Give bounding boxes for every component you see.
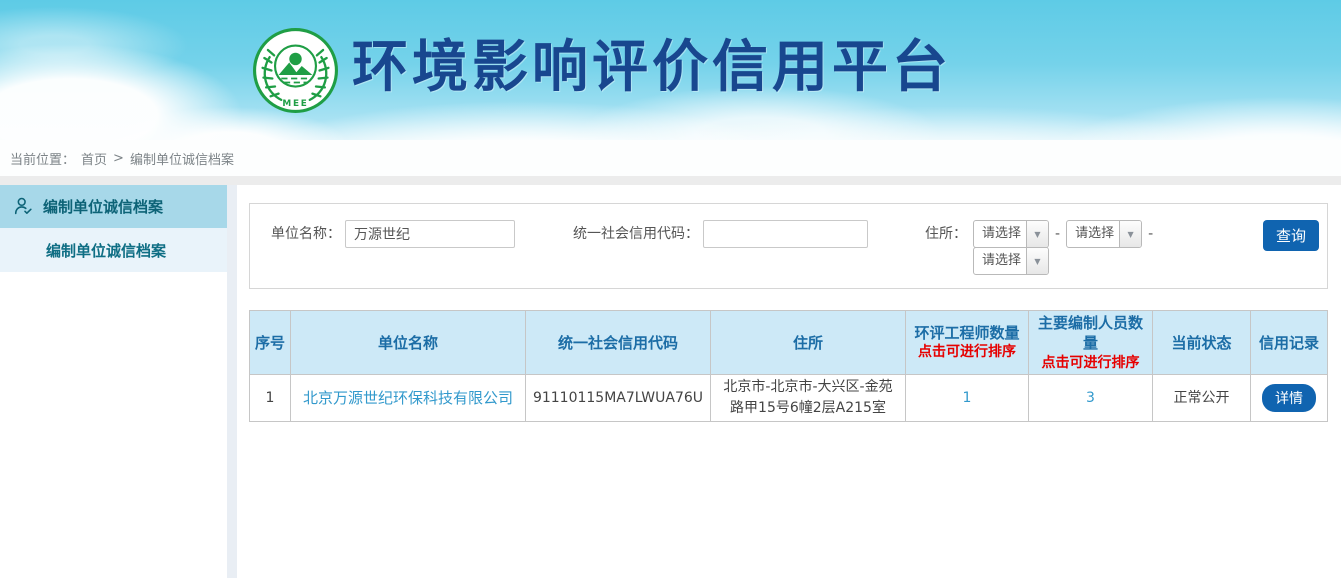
divider-strip [0,176,1341,185]
query-button[interactable]: 查询 [1263,220,1319,251]
address-district-select[interactable]: 请选择 ▼ [973,247,1049,275]
breadcrumb: 当前位置： 首页 > 编制单位诚信档案 [0,140,1341,176]
company-name-input[interactable] [345,220,515,248]
address-city-select[interactable]: 请选择 ▼ [1066,220,1142,248]
address-separator: - [1148,220,1153,248]
sidebar-gap [227,185,237,578]
col-header-label: 环评工程师数量 [914,324,1019,342]
address-province-select[interactable]: 请选择 ▼ [973,220,1049,248]
col-header-main-staff-count[interactable]: 主要编制人员数量 点击可进行排序 [1029,311,1153,375]
address-separator: - [1055,220,1060,248]
eia-engineer-count-link[interactable]: 1 [963,390,972,406]
chevron-down-icon: ▼ [1026,248,1048,274]
main-content: 单位名称： 统一社会信用代码： 住所： 请选择 ▼ - 请选择 ▼ [237,185,1341,578]
page-title: 环境影响评价信用平台 [352,40,952,96]
chevron-down-icon: ▼ [1026,221,1048,247]
col-header-eia-engineer-count[interactable]: 环评工程师数量 点击可进行排序 [906,311,1029,375]
chevron-down-icon: ▼ [1119,221,1141,247]
sidebar-item-archives[interactable]: 编制单位诚信档案 [0,228,227,272]
credit-code-input[interactable] [703,220,868,248]
cell-credit-code: 91110115MA7LWUA76U [526,375,711,422]
col-header-credit-code: 统一社会信用代码 [526,311,711,375]
breadcrumb-current: 编制单位诚信档案 [130,149,234,168]
address-district-value: 请选择 [974,248,1026,274]
sidebar-header-label: 编制单位诚信档案 [43,196,163,217]
breadcrumb-home-link[interactable]: 首页 [81,149,107,168]
company-link[interactable]: 北京万源世纪环保科技有限公司 [303,389,513,407]
site-header: MEE 环境影响评价信用平台 [0,0,1341,140]
main-staff-count-link[interactable]: 3 [1086,390,1095,406]
breadcrumb-label: 当前位置： [10,149,75,168]
sort-hint: 点击可进行排序 [910,343,1024,362]
col-header-label: 主要编制人员数量 [1038,314,1143,352]
credit-code-label: 统一社会信用代码： [573,220,699,248]
col-header-credit-record: 信用记录 [1251,311,1328,375]
sidebar-item-label: 编制单位诚信档案 [46,240,166,261]
mee-logo-icon: MEE [251,26,340,115]
address-province-value: 请选择 [974,221,1026,247]
sort-hint: 点击可进行排序 [1033,354,1148,373]
results-table: 序号 单位名称 统一社会信用代码 住所 环评工程师数量 点击可进行排序 主要编制… [249,310,1328,422]
address-selects: 请选择 ▼ - 请选择 ▼ - 请选择 ▼ [973,220,1159,275]
detail-button[interactable]: 详情 [1262,384,1316,412]
table-header-row: 序号 单位名称 统一社会信用代码 住所 环评工程师数量 点击可进行排序 主要编制… [250,311,1328,375]
col-header-index: 序号 [250,311,291,375]
col-header-status: 当前状态 [1153,311,1251,375]
breadcrumb-separator: > [113,151,124,166]
cell-address: 北京市-北京市-大兴区-金苑路甲15号6幢2层A215室 [711,375,906,422]
col-header-company: 单位名称 [291,311,526,375]
sidebar-header-archives[interactable]: 编制单位诚信档案 [0,185,227,228]
search-panel: 单位名称： 统一社会信用代码： 住所： 请选择 ▼ - 请选择 ▼ [249,203,1328,289]
cell-index: 1 [250,375,291,422]
col-header-address: 住所 [711,311,906,375]
logo-text: MEE [282,99,308,109]
sidebar: 编制单位诚信档案 编制单位诚信档案 [0,185,227,578]
page: MEE 环境影响评价信用平台 当前位置： 首页 > 编制单位诚信档案 编制单位诚… [0,0,1341,578]
company-name-label: 单位名称： [271,220,341,248]
address-label: 住所： [925,220,967,248]
user-check-icon [13,196,34,217]
address-city-value: 请选择 [1067,221,1119,247]
brand: MEE 环境影响评价信用平台 [0,0,1341,140]
table-row: 1 北京万源世纪环保科技有限公司 91110115MA7LWUA76U 北京市-… [250,375,1328,422]
cell-status: 正常公开 [1153,375,1251,422]
